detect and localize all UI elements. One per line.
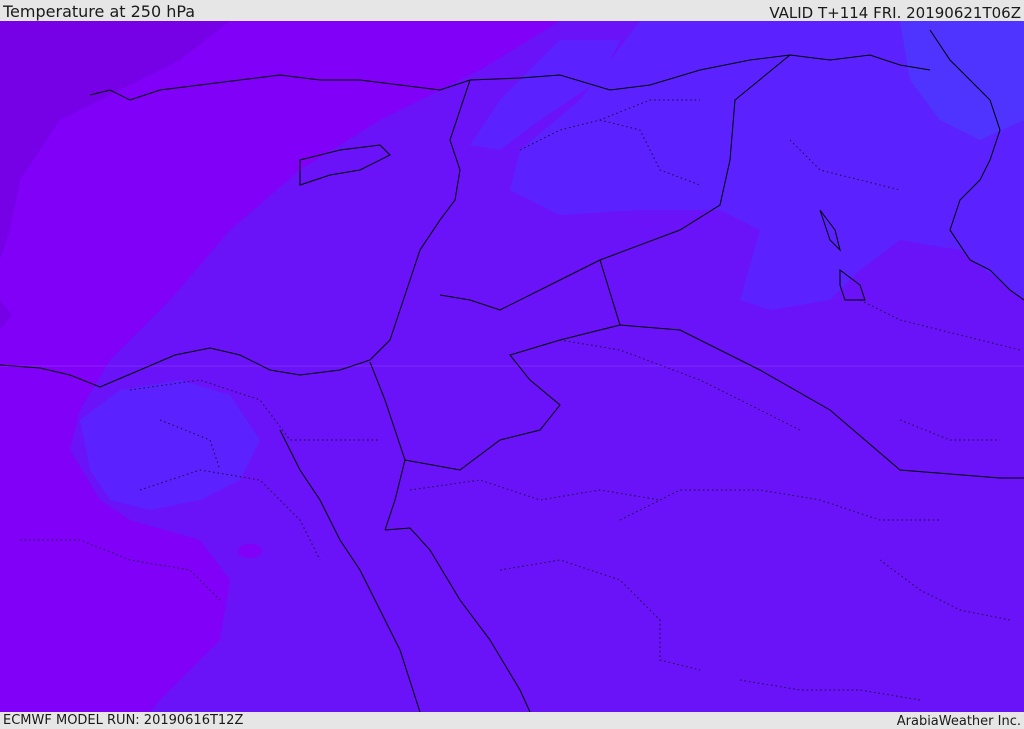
provider-credit: ArabiaWeather Inc. — [896, 714, 1021, 729]
temp-cell — [238, 544, 262, 558]
header-bar: Temperature at 250 hPa VALID T+114 FRI. … — [0, 0, 1024, 21]
map-title: Temperature at 250 hPa — [3, 2, 196, 21]
footer-bar: ECMWF MODEL RUN: 20190616T12Z ArabiaWeat… — [0, 712, 1024, 729]
temperature-map[interactable] — [0, 21, 1024, 712]
valid-time: VALID T+114 FRI. 20190621T06Z — [769, 4, 1021, 22]
model-run: ECMWF MODEL RUN: 20190616T12Z — [3, 713, 244, 728]
